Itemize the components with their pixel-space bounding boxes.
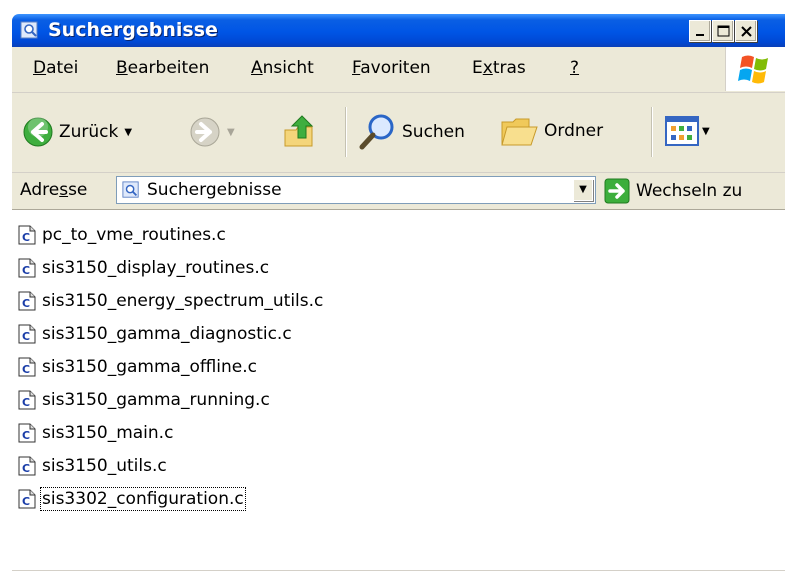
back-dropdown-arrow[interactable]: ▼: [124, 127, 132, 138]
go-arrow-icon: [604, 178, 630, 204]
search-label: Suchen: [402, 122, 465, 142]
list-item[interactable]: C sis3150_gamma_offline.c: [18, 354, 257, 380]
c-file-icon: C: [18, 489, 36, 509]
forward-arrow-icon: [190, 117, 220, 147]
menu-favoriten[interactable]: Favoriten: [352, 58, 431, 78]
file-name: sis3150_gamma_offline.c: [42, 357, 257, 377]
folder-up-icon: [284, 115, 314, 147]
magnifier-icon: [359, 114, 394, 150]
svg-text:C: C: [22, 462, 30, 475]
go-button[interactable]: Wechseln zu: [604, 178, 742, 204]
folder-icon: [501, 118, 538, 146]
toolbar-separator: [651, 107, 653, 157]
menu-ansicht[interactable]: Ansicht: [251, 58, 314, 78]
title-bar[interactable]: Suchergebnisse: [12, 14, 785, 47]
views-dropdown-arrow[interactable]: ▼: [702, 126, 710, 137]
svg-text:C: C: [22, 363, 30, 376]
maximize-icon: [717, 25, 730, 37]
c-file-icon: C: [18, 423, 36, 443]
toolbar-separator: [345, 107, 347, 157]
list-item[interactable]: C sis3302_configuration.c: [18, 486, 246, 512]
search-results-icon: [122, 181, 139, 198]
menu-extras[interactable]: Extras: [472, 58, 526, 78]
window-title: Suchergebnisse: [48, 19, 218, 41]
minimize-button[interactable]: [689, 20, 711, 42]
file-name: sis3150_utils.c: [42, 456, 167, 476]
up-folder-button[interactable]: [282, 112, 318, 150]
c-file-icon: C: [18, 324, 36, 344]
close-button[interactable]: [735, 20, 757, 42]
folders-label: Ordner: [544, 121, 604, 141]
file-name: sis3150_energy_spectrum_utils.c: [42, 291, 324, 311]
c-file-icon: C: [18, 258, 36, 278]
menu-bearbeiten[interactable]: Bearbeiten: [116, 58, 209, 78]
svg-text:C: C: [22, 396, 30, 409]
windows-logo-area: [725, 47, 785, 91]
file-list[interactable]: C pc_to_vme_routines.c C sis3150_display…: [12, 212, 785, 578]
list-item[interactable]: C sis3150_main.c: [18, 420, 173, 446]
svg-text:C: C: [22, 495, 30, 508]
forward-button[interactable]: ▼: [189, 116, 235, 148]
windows-flag-icon: [738, 55, 768, 84]
list-item[interactable]: C sis3150_gamma_diagnostic.c: [18, 321, 292, 347]
back-arrow-icon: [23, 117, 53, 147]
forward-dropdown-arrow[interactable]: ▼: [227, 127, 235, 138]
svg-text:C: C: [22, 231, 30, 244]
address-value: Suchergebnisse: [147, 180, 282, 200]
c-file-icon: C: [18, 357, 36, 377]
desktop-strip: [0, 0, 12, 578]
menu-datei[interactable]: Datei: [33, 58, 78, 78]
back-label: Zurück: [59, 122, 119, 142]
maximize-button[interactable]: [712, 20, 734, 42]
svg-text:C: C: [22, 330, 30, 343]
views-button[interactable]: ▼: [665, 116, 710, 146]
chevron-down-icon: ▼: [579, 184, 587, 195]
list-item[interactable]: C sis3150_gamma_running.c: [18, 387, 270, 413]
c-file-icon: C: [18, 225, 36, 245]
address-label: Adresse: [20, 180, 88, 200]
back-button[interactable]: Zurück ▼: [22, 116, 132, 148]
minimize-icon: [696, 34, 704, 36]
explorer-window: Suchergebnisse Datei Bearbeiten Ansicht …: [0, 0, 785, 579]
standard-toolbar: Zurück ▼ ▼ Suchen Ordner ▼: [12, 93, 785, 173]
c-file-icon: C: [18, 291, 36, 311]
menu-bar: Datei Bearbeiten Ansicht Favoriten Extra…: [12, 47, 785, 93]
folders-button[interactable]: Ordner: [499, 112, 603, 150]
file-name: sis3150_main.c: [42, 423, 174, 443]
file-name: sis3302_configuration.c: [40, 487, 246, 511]
go-label: Wechseln zu: [636, 181, 743, 201]
search-button[interactable]: Suchen: [357, 112, 465, 152]
address-dropdown-button[interactable]: ▼: [573, 179, 593, 201]
c-file-icon: C: [18, 390, 36, 410]
list-item[interactable]: C sis3150_display_routines.c: [18, 255, 269, 281]
file-name: sis3150_gamma_diagnostic.c: [42, 324, 292, 344]
c-file-icon: C: [18, 456, 36, 476]
address-bar: Adresse Suchergebnisse ▼ Wechseln zu: [12, 173, 785, 210]
svg-text:C: C: [22, 297, 30, 310]
svg-text:C: C: [22, 264, 30, 277]
address-input[interactable]: Suchergebnisse ▼: [116, 176, 596, 204]
close-icon: [741, 26, 752, 37]
file-name: sis3150_gamma_running.c: [42, 390, 270, 410]
menu-help[interactable]: ?: [570, 58, 579, 78]
file-name: pc_to_vme_routines.c: [42, 225, 226, 245]
list-item[interactable]: C sis3150_utils.c: [18, 453, 167, 479]
views-icon: [665, 116, 699, 146]
list-item[interactable]: C pc_to_vme_routines.c: [18, 222, 226, 248]
file-name: sis3150_display_routines.c: [42, 258, 270, 278]
search-results-icon: [20, 21, 38, 39]
list-item[interactable]: C sis3150_energy_spectrum_utils.c: [18, 288, 323, 314]
svg-text:C: C: [22, 429, 30, 442]
